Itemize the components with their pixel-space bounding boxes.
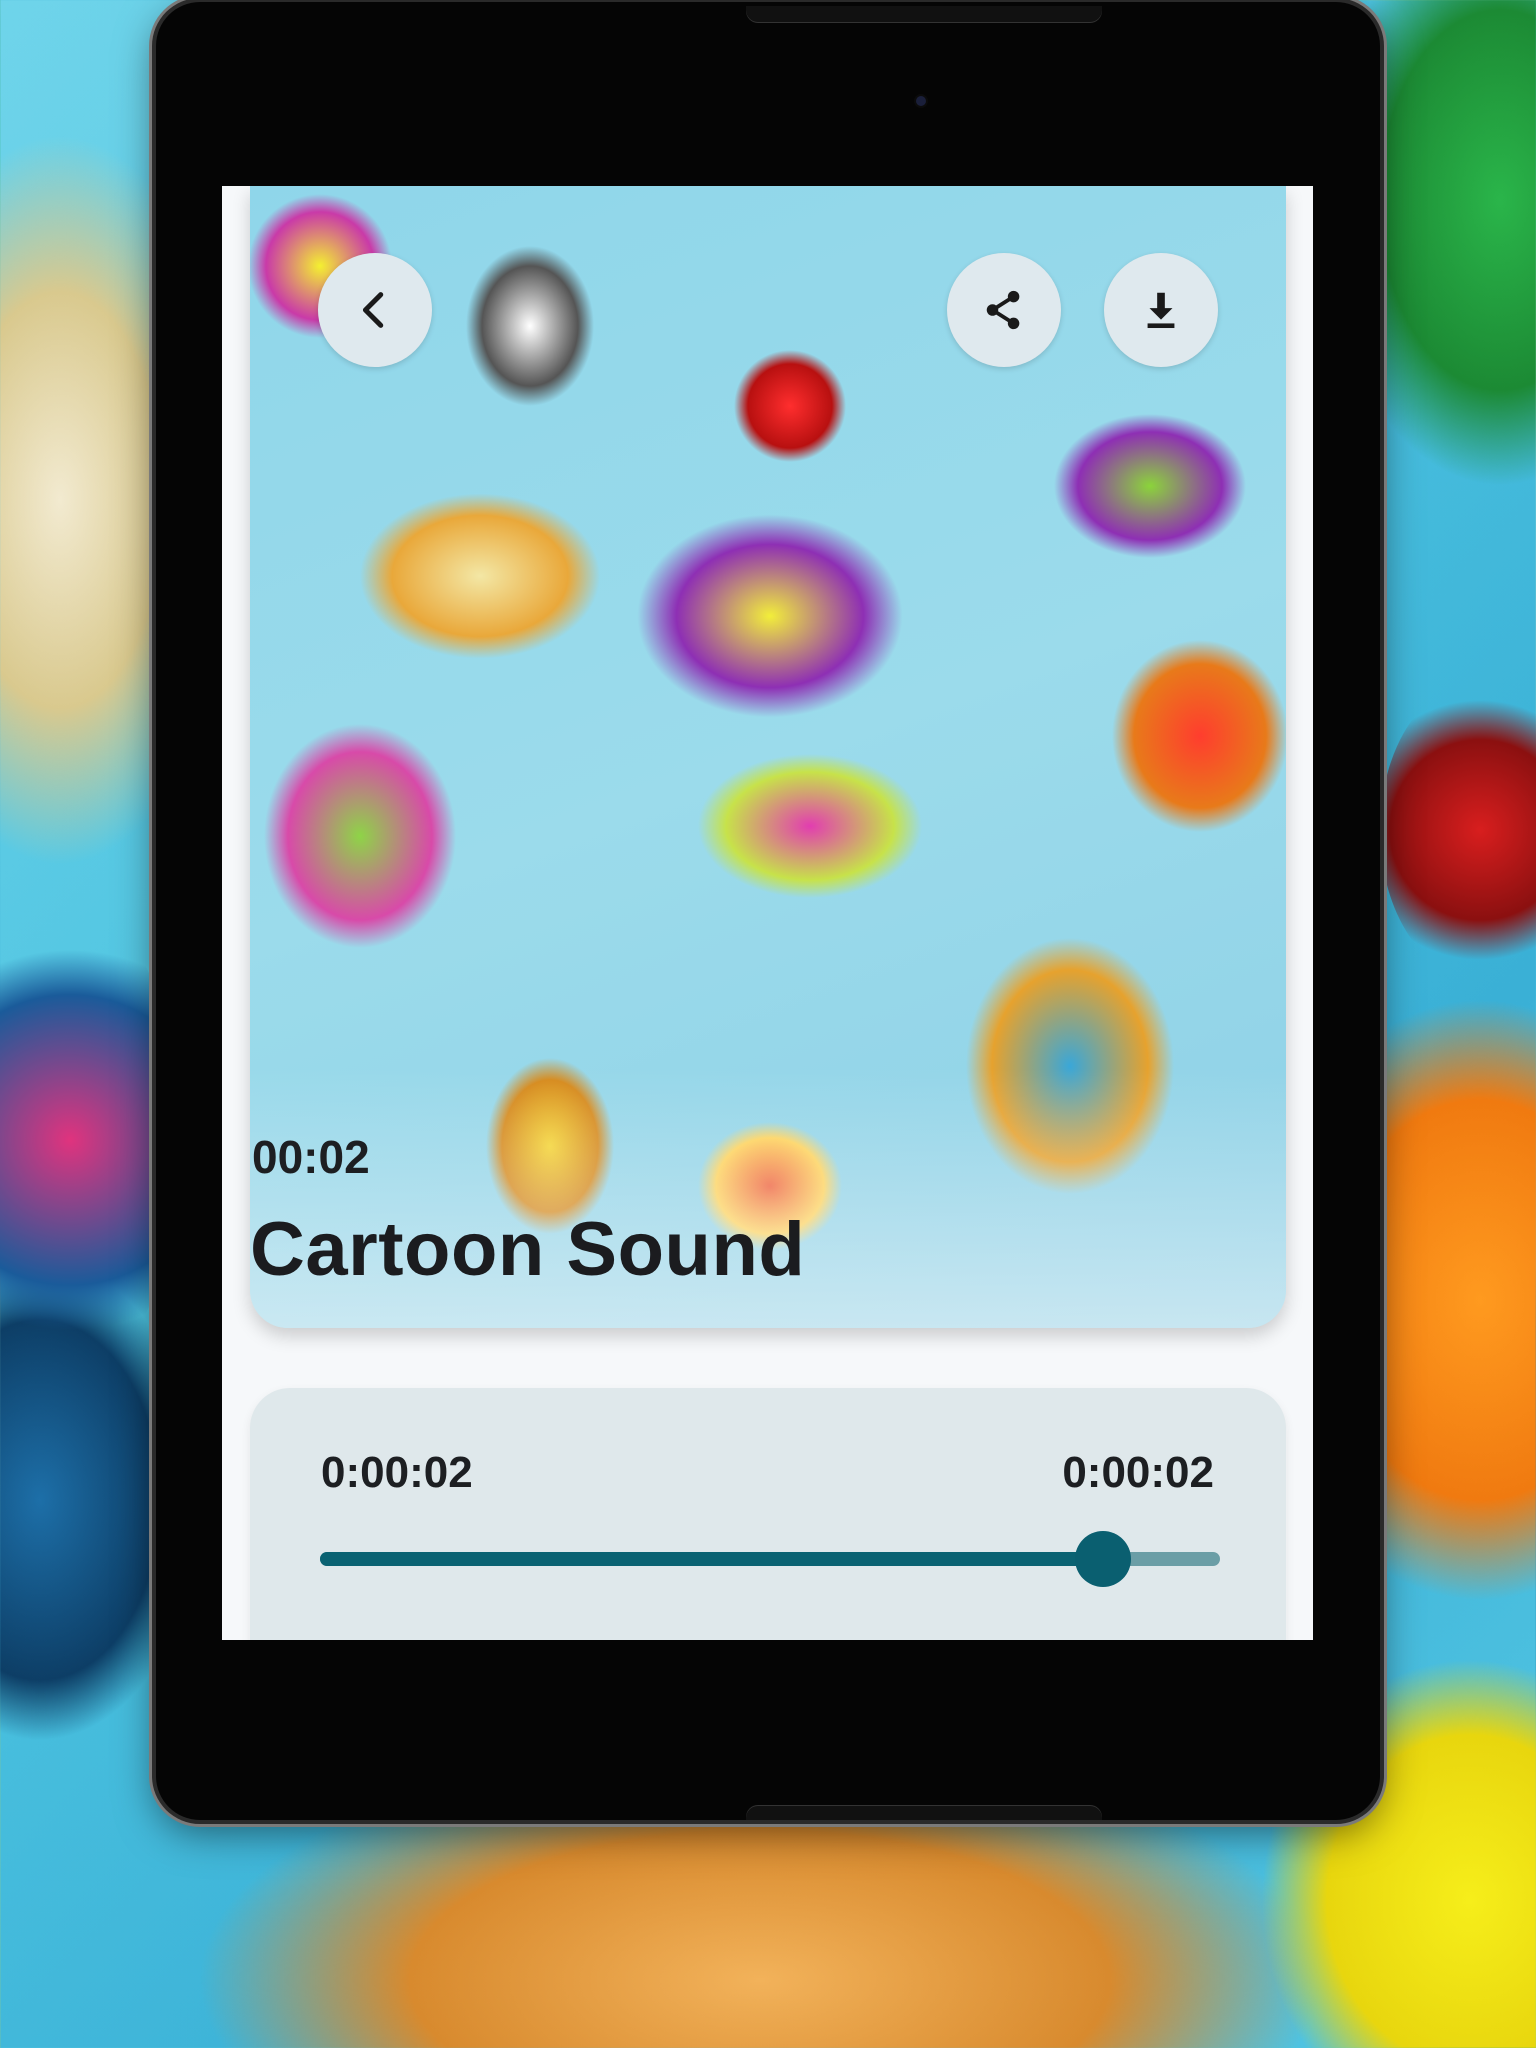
- app-screen: 00:02 Cartoon Sound 0:00:02 0:00:02: [222, 186, 1313, 1640]
- progress-slider[interactable]: [320, 1531, 1220, 1587]
- current-time: 0:00:02: [321, 1448, 473, 1497]
- download-button[interactable]: [1104, 253, 1218, 367]
- back-button[interactable]: [318, 253, 432, 367]
- download-icon: [1147, 292, 1175, 329]
- front-camera: [916, 96, 926, 106]
- device-notch: [746, 1806, 1102, 1820]
- share-button[interactable]: [947, 253, 1061, 367]
- background-art: [0, 900, 180, 1380]
- sound-duration: 00:02: [252, 1131, 370, 1183]
- share-icon: [986, 290, 1020, 330]
- player-panel: 0:00:02 0:00:02: [250, 1388, 1286, 1640]
- slider-thumb[interactable]: [1075, 1531, 1131, 1587]
- device-notch: [746, 6, 1102, 22]
- total-time: 0:00:02: [1062, 1448, 1214, 1497]
- sound-title: Cartoon Sound: [250, 1207, 806, 1292]
- background-art: [1380, 680, 1536, 980]
- chevron-left-icon: [362, 292, 384, 328]
- progress-fill: [320, 1552, 1103, 1566]
